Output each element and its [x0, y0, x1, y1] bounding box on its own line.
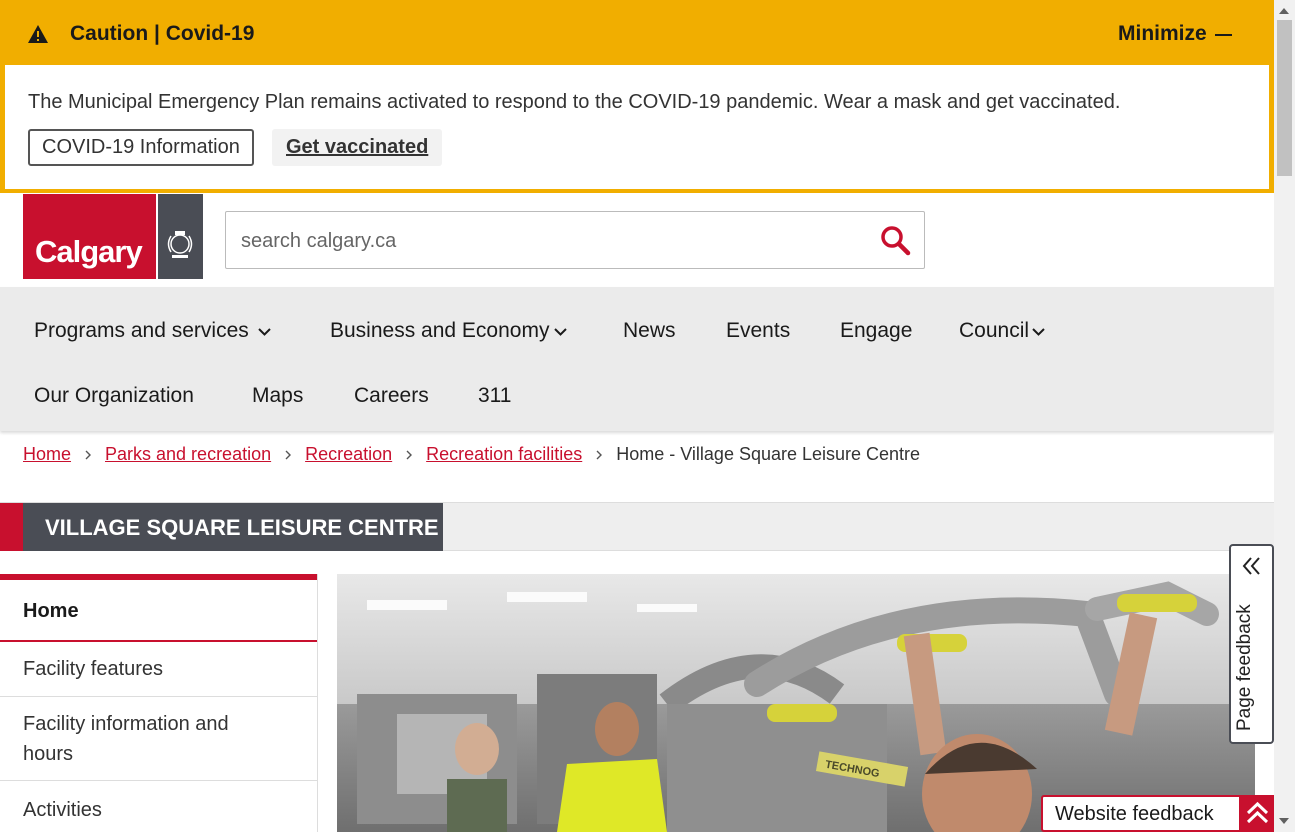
calgary-logo[interactable]: Calgary [23, 194, 203, 279]
alert-title: Caution | Covid-19 [70, 22, 255, 45]
alert-body: The Municipal Emergency Plan remains act… [5, 65, 1269, 189]
nav-business-and-economy[interactable]: Business and Economy [330, 319, 568, 343]
chevron-right-icon [596, 450, 603, 459]
chevron-down-icon [554, 327, 568, 336]
scroll-up-arrow-icon[interactable] [1279, 8, 1289, 14]
page-scrollbar[interactable] [1274, 0, 1295, 832]
sidenav-item-facility-features[interactable]: Facility features [0, 643, 317, 697]
nav-label: Events [726, 319, 791, 342]
page-feedback-tab[interactable]: Page feedback [1229, 544, 1274, 744]
nav-label: Business and Economy [330, 319, 550, 342]
website-feedback-expand[interactable] [1239, 795, 1276, 832]
nav-label: News [623, 319, 676, 342]
alert-message: The Municipal Emergency Plan remains act… [28, 91, 1121, 113]
nav-our-organization[interactable]: Our Organization [34, 384, 194, 408]
covid-alert-banner: Caution | Covid-19 Minimize The Municipa… [0, 0, 1274, 193]
chevron-right-icon [85, 450, 92, 459]
hero-gym-photo: TECHNOG [337, 574, 1255, 832]
minimize-icon[interactable] [1215, 34, 1232, 36]
nav-311[interactable]: 311 [478, 384, 511, 408]
alert-header: Caution | Covid-19 Minimize [0, 0, 1274, 66]
sidenav-item-activities[interactable]: Activities [0, 781, 317, 832]
page-feedback-label: Page feedback [1234, 604, 1255, 731]
nav-label: Engage [840, 319, 913, 342]
nav-label: Maps [252, 384, 304, 407]
website-feedback-label: Website feedback [1055, 803, 1214, 825]
chevron-down-icon [258, 327, 271, 336]
city-crest-icon [167, 231, 193, 258]
breadcrumb-link-facilities[interactable]: Recreation facilities [426, 444, 582, 465]
title-background: VILLAGE SQUARE LEISURE CENTRE [23, 503, 443, 551]
sidenav-item-facility-information[interactable]: Facility information and hours [0, 697, 317, 781]
logo-red-block: Calgary [23, 194, 156, 279]
nav-council[interactable]: Council [959, 319, 1046, 343]
breadcrumb-link-parks[interactable]: Parks and recreation [105, 444, 271, 465]
title-accent [0, 503, 23, 551]
warning-icon [28, 25, 48, 43]
gym-photo-illustration: TECHNOG [337, 574, 1255, 832]
scroll-down-arrow-icon[interactable] [1279, 818, 1289, 824]
breadcrumb-current: Home - Village Square Leisure Centre [616, 444, 921, 464]
breadcrumb-link-recreation[interactable]: Recreation [305, 444, 392, 465]
page-title-band: VILLAGE SQUARE LEISURE CENTRE [0, 502, 1274, 551]
nav-label: 311 [478, 384, 512, 407]
nav-label: Our Organization [34, 384, 194, 407]
nav-label: Careers [354, 384, 429, 407]
nav-maps[interactable]: Maps [252, 384, 303, 408]
breadcrumb-link-home[interactable]: Home [23, 444, 71, 465]
sidenav-item-home[interactable]: Home [0, 580, 317, 642]
logo-crest-block [158, 194, 203, 279]
site-search [225, 211, 925, 269]
nav-programs-and-services[interactable]: Programs and services [34, 319, 272, 343]
logo-text: Calgary [35, 234, 143, 269]
minimize-button[interactable]: Minimize [1118, 22, 1207, 46]
chevron-right-icon [285, 450, 292, 459]
nav-news[interactable]: News [623, 319, 676, 343]
search-icon[interactable] [879, 224, 913, 258]
chevron-right-icon [406, 450, 413, 459]
website-feedback-button[interactable]: Website feedback [1041, 795, 1276, 832]
double-chevron-left-icon [1242, 557, 1260, 575]
nav-events[interactable]: Events [726, 319, 790, 343]
nav-careers[interactable]: Careers [354, 384, 429, 408]
nav-label: Programs and services [34, 319, 249, 342]
section-navigation: Home Facility features Facility informat… [0, 574, 318, 832]
search-input[interactable] [241, 226, 861, 256]
double-chevron-up-icon [1246, 801, 1269, 824]
main-navigation: Programs and services Business and Econo… [0, 287, 1274, 431]
page-title: VILLAGE SQUARE LEISURE CENTRE [45, 515, 439, 540]
chevron-down-icon [1032, 327, 1045, 336]
nav-engage[interactable]: Engage [840, 319, 912, 343]
get-vaccinated-link[interactable]: Get vaccinated [272, 129, 443, 166]
nav-label: Council [959, 319, 1030, 342]
breadcrumb: Home Parks and recreation Recreation Rec… [23, 444, 920, 465]
scrollbar-thumb[interactable] [1277, 20, 1292, 176]
covid-information-button[interactable]: COVID-19 Information [28, 129, 254, 166]
